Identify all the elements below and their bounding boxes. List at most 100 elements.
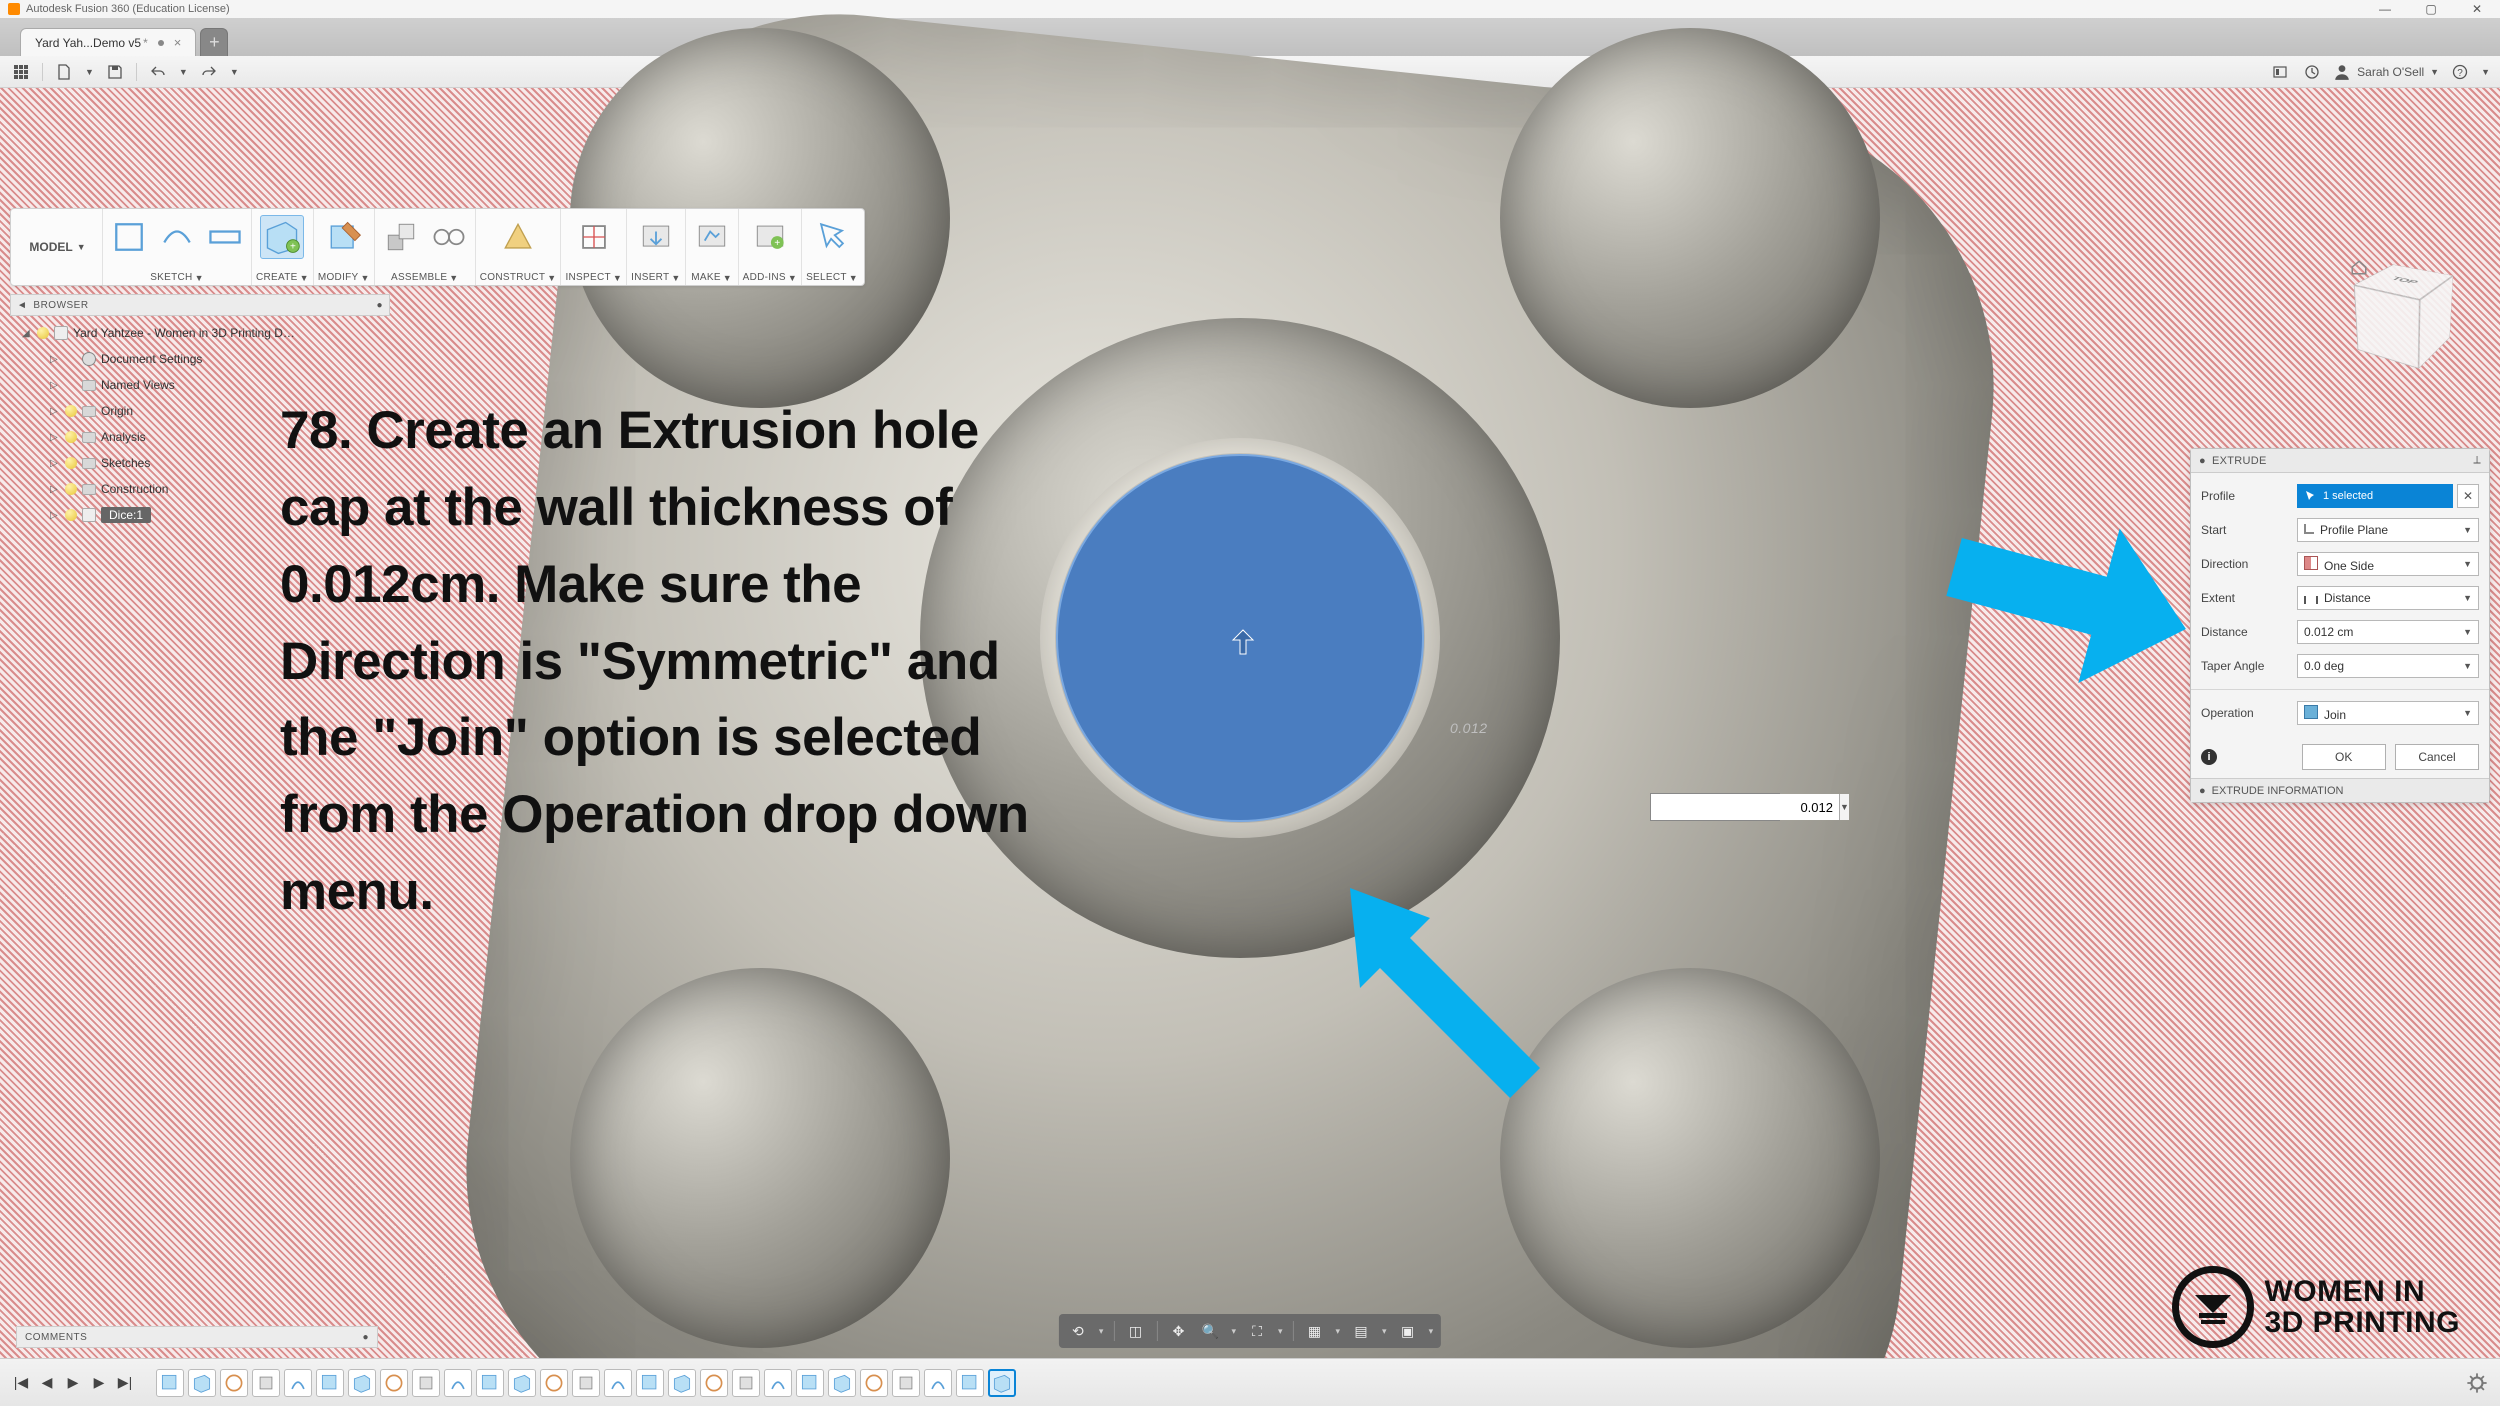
direction-dropdown[interactable]: One Side ▼ bbox=[2297, 552, 2479, 576]
timeline-feature[interactable] bbox=[764, 1369, 792, 1397]
orbit-icon[interactable]: ⟲ bbox=[1067, 1320, 1089, 1342]
timeline-end-button[interactable]: ▶| bbox=[114, 1372, 136, 1394]
timeline-feature[interactable] bbox=[284, 1369, 312, 1397]
user-menu[interactable]: Sarah O'Sell ▼ bbox=[2333, 63, 2439, 81]
document-tab-close-button[interactable]: × bbox=[174, 35, 182, 50]
timeline-feature[interactable] bbox=[508, 1369, 536, 1397]
extrude-panel-header[interactable]: ● EXTRUDE ⟂ bbox=[2191, 449, 2489, 473]
ribbon-group-label[interactable]: ASSEMBLE ▼ bbox=[391, 272, 459, 283]
timeline-feature[interactable] bbox=[860, 1369, 888, 1397]
sketch-tool-icon[interactable] bbox=[107, 215, 151, 259]
expand-icon[interactable]: ▷ bbox=[50, 354, 60, 365]
timeline-feature[interactable] bbox=[572, 1369, 600, 1397]
view-cube[interactable]: TOP bbox=[2350, 258, 2460, 368]
select-tool-icon[interactable] bbox=[810, 215, 854, 259]
timeline-feature[interactable] bbox=[188, 1369, 216, 1397]
ribbon-group-label[interactable]: MAKE ▼ bbox=[691, 272, 732, 283]
timeline-feature[interactable] bbox=[828, 1369, 856, 1397]
timeline-feature[interactable] bbox=[252, 1369, 280, 1397]
timeline-feature[interactable] bbox=[412, 1369, 440, 1397]
ribbon-group-label[interactable]: INSERT ▼ bbox=[631, 272, 681, 283]
ribbon-group-label[interactable]: MODIFY ▼ bbox=[318, 272, 370, 283]
timeline-settings-icon[interactable] bbox=[2466, 1372, 2488, 1394]
assemble-tool-icon[interactable] bbox=[427, 215, 471, 259]
window-restore-button[interactable]: ▢ bbox=[2408, 0, 2454, 18]
dimension-input[interactable] bbox=[1651, 794, 1839, 820]
expand-icon[interactable]: ▷ bbox=[50, 406, 60, 417]
construct-tool-icon[interactable] bbox=[496, 215, 540, 259]
comments-expand-icon[interactable]: ● bbox=[362, 1332, 369, 1343]
sketch-tool-icon[interactable] bbox=[203, 215, 247, 259]
new-tab-button[interactable]: + bbox=[200, 28, 228, 56]
modify-tool-icon[interactable] bbox=[322, 215, 366, 259]
ribbon-group-label[interactable]: SKETCH ▼ bbox=[150, 272, 204, 283]
ribbon-group-label[interactable]: CREATE ▼ bbox=[256, 272, 309, 283]
panel -pin-icon[interactable]: ⟂ bbox=[2473, 454, 2481, 467]
timeline-feature[interactable] bbox=[604, 1369, 632, 1397]
job-status-icon[interactable] bbox=[2301, 61, 2323, 83]
window-minimize-button[interactable]: — bbox=[2362, 0, 2408, 18]
tree-item[interactable]: ▷Document Settings bbox=[16, 346, 390, 372]
file-menu-button[interactable] bbox=[53, 61, 75, 83]
timeline-feature[interactable] bbox=[924, 1369, 952, 1397]
timeline-feature[interactable] bbox=[540, 1369, 568, 1397]
timeline-feature[interactable] bbox=[892, 1369, 920, 1397]
display-settings-icon[interactable]: ▦ bbox=[1304, 1320, 1326, 1342]
panel-collapse-icon[interactable]: ● bbox=[2199, 455, 2206, 467]
expand-icon[interactable]: ▷ bbox=[50, 458, 60, 469]
zoom-icon[interactable]: 🔍 bbox=[1199, 1320, 1221, 1342]
grid-settings-icon[interactable]: ▤ bbox=[1350, 1320, 1372, 1342]
profile-selection-chip[interactable]: 1 selected bbox=[2297, 484, 2453, 508]
tree-root-row[interactable]: ◢ Yard Yahtzee - Women in 3D Printing D… bbox=[16, 320, 390, 346]
visibility-bulb-icon[interactable] bbox=[65, 483, 77, 495]
expand-icon[interactable]: ▷ bbox=[50, 432, 60, 443]
timeline-step-fwd-button[interactable]: ▶ bbox=[88, 1372, 110, 1394]
start-dropdown[interactable]: Profile Plane ▼ bbox=[2297, 518, 2479, 542]
visibility-bulb-icon[interactable] bbox=[65, 431, 77, 443]
pan-icon[interactable]: ✥ bbox=[1167, 1320, 1189, 1342]
timeline-feature[interactable] bbox=[156, 1369, 184, 1397]
visibility-bulb-icon[interactable] bbox=[65, 405, 77, 417]
expand-icon[interactable]: ▷ bbox=[50, 510, 60, 521]
operation-dropdown[interactable]: Join ▼ bbox=[2297, 701, 2479, 725]
assemble-tool-icon[interactable] bbox=[379, 215, 423, 259]
visibility-bulb-icon[interactable] bbox=[65, 457, 77, 469]
timeline-feature[interactable] bbox=[220, 1369, 248, 1397]
ribbon-group-label[interactable]: INSPECT ▼ bbox=[565, 272, 622, 283]
save-button[interactable] bbox=[104, 61, 126, 83]
look-at-icon[interactable]: ◫ bbox=[1124, 1320, 1146, 1342]
document-tab[interactable]: Yard Yah...Demo v5 * × bbox=[20, 28, 196, 56]
data-panel-toggle-icon[interactable] bbox=[10, 61, 32, 83]
undo-button[interactable] bbox=[147, 61, 169, 83]
timeline-feature[interactable] bbox=[380, 1369, 408, 1397]
cancel-button[interactable]: Cancel bbox=[2395, 744, 2479, 770]
expand-icon[interactable]: ▷ bbox=[50, 484, 60, 495]
timeline-feature[interactable] bbox=[316, 1369, 344, 1397]
timeline-feature[interactable] bbox=[988, 1369, 1016, 1397]
make-tool-icon[interactable] bbox=[690, 215, 734, 259]
dimension-dropdown-button[interactable]: ▼ bbox=[1839, 794, 1849, 820]
comments-bar[interactable]: COMMENTS ● bbox=[16, 1326, 378, 1348]
taper-input[interactable]: 0.0 deg ▼ bbox=[2297, 654, 2479, 678]
expand-icon[interactable]: ▷ bbox=[50, 380, 60, 391]
inspect-tool-icon[interactable] bbox=[572, 215, 616, 259]
redo-button[interactable] bbox=[198, 61, 220, 83]
add-ins-tool-icon[interactable]: + bbox=[748, 215, 792, 259]
viewport-layout-icon[interactable]: ▣ bbox=[1397, 1320, 1419, 1342]
timeline-start-button[interactable]: |◀ bbox=[10, 1372, 32, 1394]
timeline-feature[interactable] bbox=[348, 1369, 376, 1397]
timeline-feature[interactable] bbox=[444, 1369, 472, 1397]
insert-tool-icon[interactable] bbox=[634, 215, 678, 259]
timeline-feature[interactable] bbox=[796, 1369, 824, 1397]
extrude-info-section[interactable]: ● EXTRUDE INFORMATION bbox=[2191, 778, 2489, 802]
timeline-play-button[interactable]: ▶ bbox=[62, 1372, 84, 1394]
home-view-icon[interactable] bbox=[2350, 258, 2368, 276]
timeline-feature[interactable] bbox=[476, 1369, 504, 1397]
window-close-button[interactable]: ✕ bbox=[2454, 0, 2500, 18]
ok-button[interactable]: OK bbox=[2302, 744, 2386, 770]
section-collapse-icon[interactable]: ● bbox=[2199, 785, 2206, 797]
distance-input[interactable]: 0.012 cm ▼ bbox=[2297, 620, 2479, 644]
expand-icon[interactable]: ◢ bbox=[22, 328, 32, 339]
browser-header[interactable]: ◄ BROWSER ● bbox=[10, 294, 390, 316]
ribbon-group-label[interactable]: CONSTRUCT ▼ bbox=[480, 272, 557, 283]
